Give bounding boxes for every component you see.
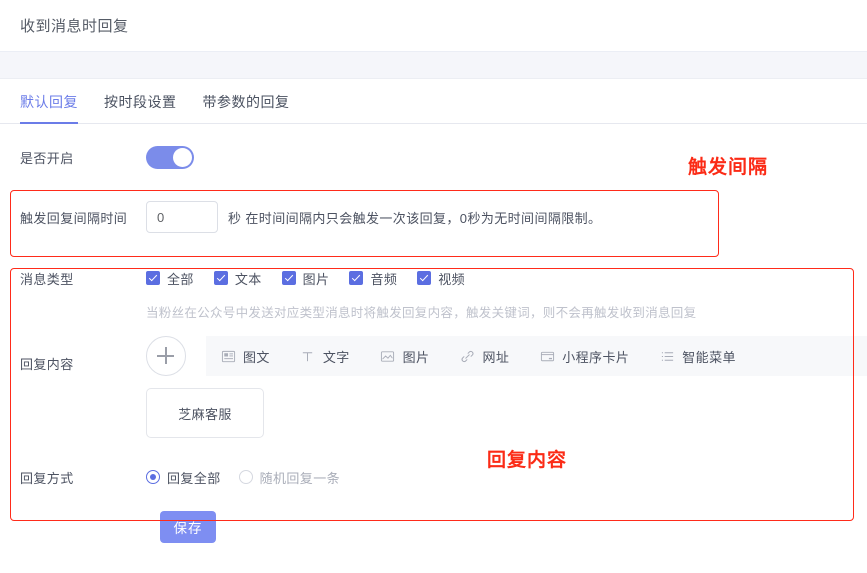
article-icon	[220, 348, 236, 364]
tab-default-reply[interactable]: 默认回复	[20, 79, 78, 124]
reply-type-text[interactable]: 文字	[300, 347, 350, 366]
tab-bar: 默认回复 按时段设置 带参数的回复	[0, 79, 867, 124]
reply-type-miniprogram-card[interactable]: 小程序卡片	[539, 347, 629, 366]
reply-content-control: 图文 文字 图片 网址 小程序卡片 智能菜单	[146, 336, 867, 376]
reply-type-label: 智能菜单	[682, 349, 736, 365]
checkbox-text[interactable]: 文本	[213, 269, 262, 288]
checkbox-video[interactable]: 视频	[417, 269, 465, 288]
radio-icon[interactable]	[146, 470, 160, 484]
save-button[interactable]: 保存	[160, 511, 216, 543]
tab-time-period-settings[interactable]: 按时段设置	[104, 79, 177, 124]
form-area: 是否开启 触发回复间隔时间 秒 在时间间隔内只会触发一次该回复，0秒为无时间间隔…	[0, 124, 867, 543]
header-divider-band	[0, 52, 867, 79]
reply-type-label: 网址	[482, 349, 510, 365]
checkbox-icon[interactable]	[417, 271, 432, 285]
radio-label: 回复全部	[167, 470, 221, 486]
row-reply-content: 回复内容 图文 文字 图片 网址 小程序卡片 智能菜单	[0, 336, 867, 376]
reply-card[interactable]: 芝麻客服	[146, 388, 264, 438]
interval-input[interactable]	[146, 201, 218, 233]
enable-label: 是否开启	[20, 150, 74, 166]
row-reply-way: 回复方式 回复全部 随机回复一条	[0, 460, 867, 494]
annotation-label-trigger-interval: 触发间隔	[688, 157, 769, 178]
checkbox-icon[interactable]	[146, 271, 160, 285]
interval-label: 触发回复间隔时间	[20, 210, 128, 226]
radio-reply-random[interactable]: 随机回复一条	[238, 468, 341, 487]
annotation-label-reply-content: 回复内容	[487, 450, 568, 471]
row-message-type-hint: 当粉丝在公众号中发送对应类型消息时将触发回复内容，触发关键词，则不会再触发收到消…	[0, 296, 867, 326]
link-icon	[459, 348, 475, 364]
row-reply-cards: 芝麻客服	[0, 388, 867, 438]
interval-suffix-text: 秒 在时间间隔内只会触发一次该回复，0秒为无时间间隔限制。	[228, 210, 602, 226]
hint-control: 当粉丝在公众号中发送对应类型消息时将触发回复内容，触发关键词，则不会再触发收到消…	[146, 302, 867, 321]
reply-content-label: 回复内容	[20, 357, 74, 372]
text-icon	[300, 348, 316, 364]
miniprogram-card-icon	[539, 348, 555, 364]
checkbox-image[interactable]: 图片	[281, 269, 330, 288]
add-reply-button[interactable]	[146, 336, 186, 376]
image-icon	[380, 348, 396, 364]
interval-control: 秒 在时间间隔内只会触发一次该回复，0秒为无时间间隔限制。	[146, 201, 867, 233]
reply-type-label: 图片	[402, 349, 430, 365]
checkbox-icon[interactable]	[213, 271, 228, 285]
checkbox-label: 全部	[167, 271, 194, 287]
radio-reply-all[interactable]: 回复全部	[146, 468, 221, 487]
reply-type-label: 小程序卡片	[562, 349, 630, 365]
reply-type-toolbar: 图文 文字 图片 网址 小程序卡片 智能菜单	[206, 336, 867, 376]
checkbox-icon[interactable]	[281, 271, 296, 285]
checkbox-label: 视频	[438, 271, 466, 287]
radio-label: 随机回复一条	[259, 470, 341, 486]
checkbox-audio[interactable]: 音频	[349, 269, 397, 288]
reply-way-label: 回复方式	[20, 470, 74, 486]
reply-cards-control: 芝麻客服	[146, 388, 867, 438]
page-title: 收到消息时回复	[20, 18, 129, 35]
row-trigger-interval: 触发回复间隔时间 秒 在时间间隔内只会触发一次该回复，0秒为无时间间隔限制。	[0, 186, 867, 248]
checkbox-label: 文本	[234, 271, 262, 287]
page-header: 收到消息时回复	[0, 0, 867, 52]
checkbox-icon[interactable]	[349, 271, 364, 285]
reply-cards-spacer	[0, 388, 146, 438]
tab-parameterized-reply[interactable]: 带参数的回复	[203, 79, 290, 124]
checkbox-all[interactable]: 全部	[146, 269, 194, 288]
radio-icon[interactable]	[238, 470, 253, 484]
enable-toggle[interactable]	[146, 145, 194, 169]
message-type-options: 全部 文本 图片 音频 视频	[146, 269, 867, 288]
checkbox-label: 音频	[370, 271, 398, 287]
reply-type-article[interactable]: 图文	[220, 347, 270, 366]
smart-menu-icon	[659, 348, 675, 364]
checkbox-label: 图片	[302, 271, 330, 287]
reply-type-smart-menu[interactable]: 智能菜单	[659, 347, 736, 366]
message-type-hint: 当粉丝在公众号中发送对应类型消息时将触发回复内容，触发关键词，则不会再触发收到消…	[146, 305, 697, 320]
reply-type-label: 文字	[322, 349, 350, 365]
row-message-type: 消息类型 全部 文本 图片 音频 视频	[0, 260, 867, 296]
reply-type-url[interactable]: 网址	[459, 347, 509, 366]
reply-type-image[interactable]: 图片	[380, 347, 430, 366]
toggle-knob	[173, 147, 192, 167]
row-save: 保存	[0, 511, 867, 543]
message-type-label: 消息类型	[20, 271, 74, 287]
reply-type-label: 图文	[243, 349, 270, 365]
